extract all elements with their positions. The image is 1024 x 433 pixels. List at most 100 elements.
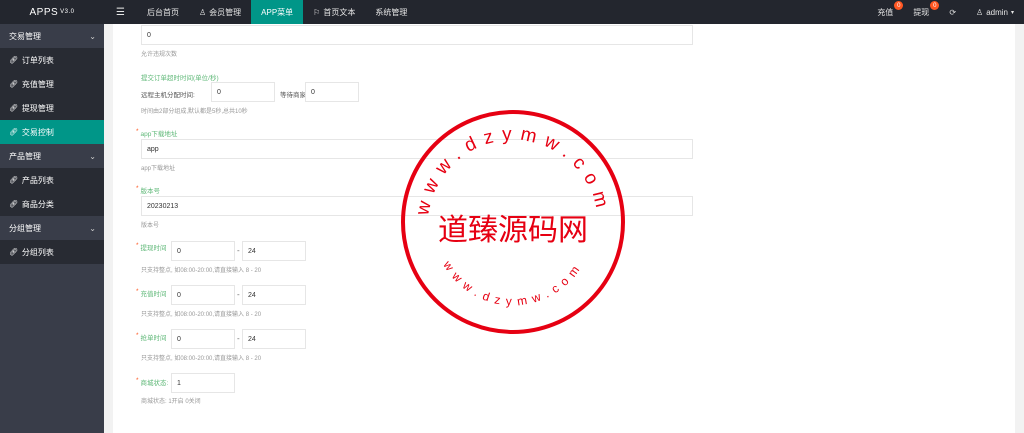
nav-members[interactable]: ♙ 会员管理 xyxy=(189,0,251,24)
sidebar-item-withdraw[interactable]: 🔗︎ 提现管理 xyxy=(0,96,104,120)
sidebar-group-label: 交易管理 xyxy=(9,31,41,41)
recharge-end-input[interactable]: 24 xyxy=(242,285,306,305)
recharge-time-label: * 充值时间 xyxy=(136,288,167,298)
sidebar-group-trade[interactable]: 交易管理 ⌄ xyxy=(0,24,104,48)
stamp-title: 道臻源码网 xyxy=(438,213,588,248)
input-value: 0 xyxy=(311,88,315,96)
link-icon: 🔗︎ xyxy=(9,177,18,184)
input-value: 0 xyxy=(177,335,181,343)
app-url-hint: app下载地址 xyxy=(141,166,176,172)
recharge-label: 充值 xyxy=(877,7,894,17)
sidebar-item-label: 交易控制 xyxy=(21,127,54,137)
recharge-badge: 0 xyxy=(894,1,904,10)
link-icon: 🔗︎ xyxy=(9,129,18,136)
link-icon: 🔗︎ xyxy=(9,81,18,88)
label-text: app下载地址 xyxy=(140,131,178,138)
withdraw-start-input[interactable]: 0 xyxy=(171,241,235,261)
mall-status-hint: 商城状态: 1开启 0关闭 xyxy=(141,399,201,405)
violation-count-input[interactable]: 0 xyxy=(141,25,693,45)
withdraw-badge: 0 xyxy=(930,1,940,10)
grab-start-input[interactable]: 0 xyxy=(171,329,235,349)
chevron-down-icon: ⌄ xyxy=(89,151,96,161)
submit-timeout-label: 提交订单超时时间(单位/秒) xyxy=(141,75,219,82)
input-value: 20230213 xyxy=(147,202,179,210)
sidebar-item-trade-control[interactable]: 🔗︎ 交易控制 xyxy=(0,120,104,144)
remote-alloc-input[interactable]: 0 xyxy=(211,82,275,102)
input-value: 1 xyxy=(177,379,181,387)
nav-app-menu[interactable]: APP菜单 xyxy=(251,0,304,24)
sidebar-item-label: 产品列表 xyxy=(21,175,54,185)
user-icon: ♙ xyxy=(976,7,984,17)
required-mark: * xyxy=(136,128,139,135)
recharge-start-input[interactable]: 0 xyxy=(171,285,235,305)
sidebar-group-products[interactable]: 产品管理 ⌄ xyxy=(0,144,104,168)
sidebar-group-groups[interactable]: 分组管理 ⌄ xyxy=(0,216,104,240)
withdraw-end-input[interactable]: 24 xyxy=(242,241,306,261)
sidebar-item-recharge[interactable]: 🔗︎ 充值管理 xyxy=(0,72,104,96)
merchant-wait-input[interactable]: 0 xyxy=(305,82,359,102)
app-url-label: * app下载地址 xyxy=(136,128,177,138)
violation-count-hint: 允许违规次数 xyxy=(141,52,178,58)
user-menu[interactable]: ♙ admin ▾ xyxy=(966,0,1024,24)
required-mark: * xyxy=(136,288,139,295)
input-value: 0 xyxy=(177,291,181,299)
chevron-down-icon: ⌄ xyxy=(89,31,96,41)
user-name: admin xyxy=(986,7,1008,17)
top-bar: APPS V3.0 ☰ 后台首页 ♙ 会员管理 APP菜单 ⚐ 首页文本 系统管理 充… xyxy=(0,0,1024,24)
recharge-link[interactable]: 充值 0 xyxy=(867,0,904,24)
input-value: 0 xyxy=(217,88,221,96)
hamburger-icon[interactable]: ☰ xyxy=(104,0,137,24)
nav-label: APP菜单 xyxy=(261,7,294,17)
link-icon: 🔗︎ xyxy=(9,249,18,256)
sidebar-item-orders[interactable]: 🔗︎ 订单列表 xyxy=(0,48,104,72)
range-dash: - xyxy=(237,246,240,255)
version-label: * 版本号 xyxy=(136,185,160,195)
required-mark: * xyxy=(136,332,139,339)
grab-time-label: * 抢单时间 xyxy=(136,332,167,342)
nav-label: 会员管理 xyxy=(209,7,242,17)
label-text: 提现时间 xyxy=(140,245,167,252)
label-text: 商城状态: xyxy=(140,380,169,387)
withdraw-label: 提现 xyxy=(913,7,930,17)
grab-time-hint: 只支持整点, 如08:00-20:00,请直接输入 8 - 20 xyxy=(141,356,262,362)
sidebar-group-label: 分组管理 xyxy=(9,223,41,233)
input-value: app xyxy=(147,145,159,153)
refresh-icon[interactable]: ⟳ xyxy=(939,0,966,24)
required-mark: * xyxy=(136,185,139,192)
sidebar-item-categories[interactable]: 🔗︎ 商品分类 xyxy=(0,192,104,216)
input-value: 0 xyxy=(177,247,181,255)
top-nav: ☰ 后台首页 ♙ 会员管理 APP菜单 ⚐ 首页文本 系统管理 xyxy=(104,0,417,24)
grab-end-input[interactable]: 24 xyxy=(242,329,306,349)
nav-home-text[interactable]: ⚐ 首页文本 xyxy=(303,0,365,24)
sidebar-item-label: 商品分类 xyxy=(21,199,54,209)
input-value: 24 xyxy=(248,335,256,343)
sidebar-item-label: 充值管理 xyxy=(21,79,54,89)
nav-label: 后台首页 xyxy=(146,7,179,17)
user-icon: ♙ xyxy=(198,7,207,17)
logo: APPS V3.0 xyxy=(0,0,104,24)
watermark-stamp: www.dzymw.com 道臻源码网 www.dzymw.com xyxy=(401,110,625,334)
flag-icon: ⚐ xyxy=(313,7,321,17)
link-icon: 🔗︎ xyxy=(9,201,18,208)
label-text: 充值时间 xyxy=(140,291,167,298)
mall-status-input[interactable]: 1 xyxy=(171,373,235,393)
nav-system[interactable]: 系统管理 xyxy=(365,0,417,24)
stamp-ring-bottom: www.dzymw.com xyxy=(440,258,586,309)
sidebar-item-product-list[interactable]: 🔗︎ 产品列表 xyxy=(0,168,104,192)
link-icon: 🔗︎ xyxy=(9,105,18,112)
withdraw-time-label: * 提现时间 xyxy=(136,242,167,252)
right-nav: 充值 0 提现 0 ⟳ ♙ admin ▾ xyxy=(867,0,1024,24)
nav-label: 系统管理 xyxy=(375,7,408,17)
label-text: 抢单时间 xyxy=(140,335,167,342)
required-mark: * xyxy=(136,377,139,384)
recharge-time-hint: 只支持整点, 如08:00-20:00,请直接输入 8 - 20 xyxy=(141,312,262,318)
sidebar-item-group-list[interactable]: 🔗︎ 分组列表 xyxy=(0,240,104,264)
required-mark: * xyxy=(136,242,139,249)
sidebar-item-label: 分组列表 xyxy=(21,247,54,257)
sidebar-item-label: 订单列表 xyxy=(21,55,54,65)
submit-timeout-hint: 时间由2部分组成,默认都是5秒,总共10秒 xyxy=(141,109,248,115)
nav-label: 首页文本 xyxy=(323,7,356,17)
nav-dashboard[interactable]: 后台首页 xyxy=(137,0,189,24)
withdraw-link[interactable]: 提现 0 xyxy=(903,0,940,24)
caret-down-icon: ▾ xyxy=(1010,9,1014,16)
